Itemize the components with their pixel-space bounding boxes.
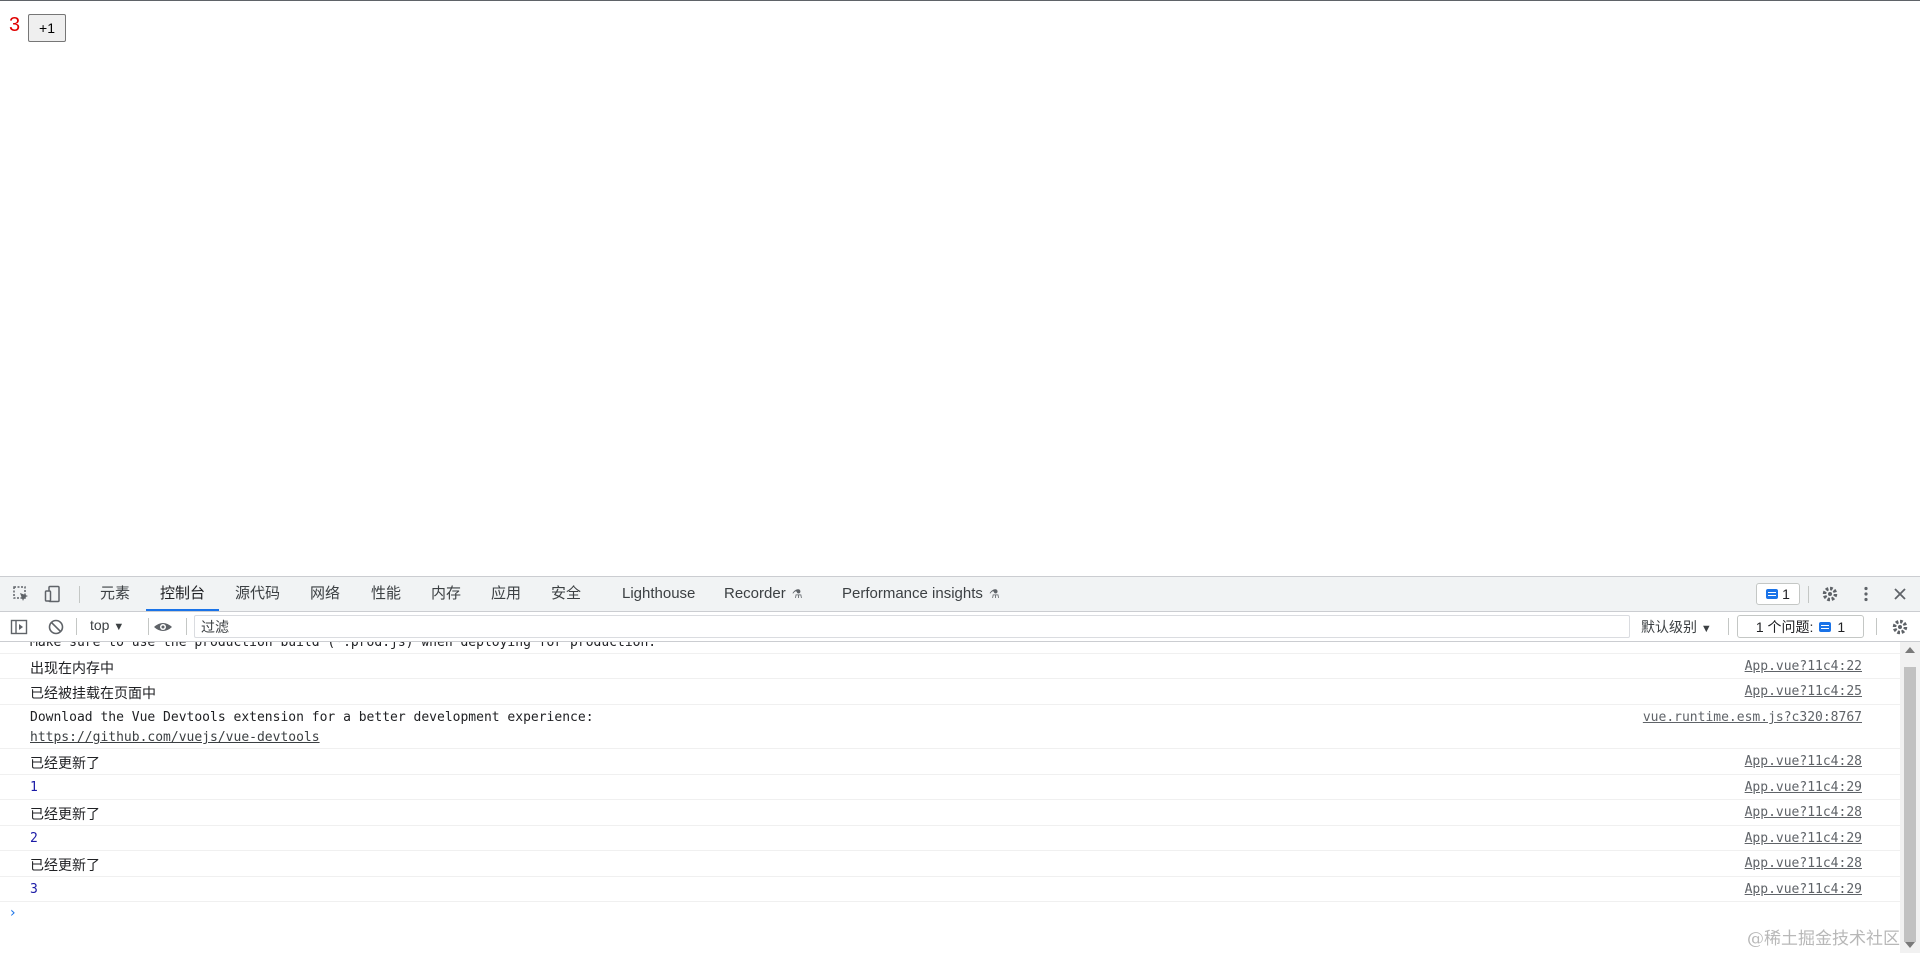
console-message-text: 已经被挂载在页面中: [30, 685, 156, 701]
devtools-tabbar: 元素 控制台 源代码 网络 性能 内存 应用 安全 Lighthouse Rec…: [0, 577, 1920, 612]
divider: [1728, 618, 1729, 635]
console-row: 已经更新了 App.vue?11c4:28: [0, 800, 1900, 826]
console-message-text: Download the Vue Devtools extension for …: [30, 710, 594, 725]
sidebar-toggle-icon[interactable]: [9, 617, 29, 637]
tab-memory[interactable]: 内存: [431, 577, 461, 611]
gear-icon[interactable]: [1820, 584, 1840, 604]
flask-icon: ⚗: [988, 587, 1000, 601]
console-source-link[interactable]: App.vue?11c4:22: [1745, 659, 1862, 674]
console-message-text: 2: [30, 831, 38, 846]
tab-application[interactable]: 应用: [491, 577, 521, 611]
divider: [186, 618, 187, 635]
console-message-text: Make sure to use the production build (*…: [30, 642, 657, 650]
console-messages: Make sure to use the production build (*…: [0, 642, 1900, 953]
issues-counter-button[interactable]: 1 个问题: 1: [1737, 615, 1864, 638]
console-row: 出现在内存中 App.vue?11c4:22: [0, 654, 1900, 679]
log-level-select[interactable]: 默认级别 ▼: [1641, 617, 1712, 637]
flask-icon: ⚗: [791, 587, 803, 601]
console-row: 2 App.vue?11c4:29: [0, 826, 1900, 851]
context-select-value: top: [90, 617, 110, 633]
console-row: 3 App.vue?11c4:29: [0, 877, 1900, 902]
increment-button[interactable]: +1: [28, 14, 66, 42]
issues-count: 1: [1837, 618, 1846, 635]
devtools-panel: 元素 控制台 源代码 网络 性能 内存 应用 安全 Lighthouse Rec…: [0, 576, 1920, 953]
console-toolbar: top ▼ 默认级别 ▼ 1 个问题: 1: [0, 612, 1920, 642]
inspect-element-icon[interactable]: [11, 584, 31, 604]
console-prompt-row[interactable]: ›: [0, 902, 1900, 928]
divider: [1876, 618, 1877, 635]
console-row: 已经被挂载在页面中 App.vue?11c4:25: [0, 679, 1900, 705]
message-icon: [1819, 621, 1832, 632]
close-icon[interactable]: [1890, 584, 1910, 604]
issues-label: 1 个问题:: [1755, 618, 1814, 635]
eye-icon[interactable]: [153, 617, 173, 637]
console-message-text: 已经更新了: [30, 755, 100, 771]
tab-network[interactable]: 网络: [310, 577, 340, 611]
vue-devtools-link[interactable]: https://github.com/vuejs/vue-devtools: [30, 730, 320, 745]
scroll-up-arrow-icon[interactable]: [1905, 647, 1915, 653]
console-source-link[interactable]: App.vue?11c4:29: [1745, 831, 1862, 846]
console-message-text: 1: [30, 780, 38, 795]
divider: [1808, 586, 1809, 603]
filter-input[interactable]: [194, 615, 1630, 638]
console-row: 已经更新了 App.vue?11c4:28: [0, 749, 1900, 775]
counter-value: 3: [9, 14, 21, 36]
console-message-link-wrap: https://github.com/vuejs/vue-devtools: [30, 728, 320, 745]
tab-performance[interactable]: 性能: [371, 577, 401, 611]
context-select[interactable]: top ▼: [90, 617, 124, 633]
console-message-text: 已经更新了: [30, 806, 100, 822]
console-scrollbar[interactable]: [1900, 642, 1920, 953]
console-source-link[interactable]: App.vue?11c4:25: [1745, 684, 1862, 699]
tab-security[interactable]: 安全: [551, 577, 581, 611]
tab-performance-insights-label: Performance insights: [842, 585, 983, 602]
clear-console-icon[interactable]: [46, 617, 66, 637]
console-settings-gear-icon[interactable]: [1890, 617, 1910, 637]
watermark: @稀土掘金技术社区: [1747, 929, 1900, 949]
tab-recorder-label: Recorder: [724, 585, 786, 602]
console-source-link[interactable]: App.vue?11c4:29: [1745, 780, 1862, 795]
console-source-link[interactable]: App.vue?11c4:28: [1745, 805, 1862, 820]
scrollbar-thumb[interactable]: [1904, 667, 1916, 942]
device-toolbar-icon[interactable]: [43, 584, 63, 604]
console-source-link[interactable]: App.vue?11c4:29: [1745, 882, 1862, 897]
chevron-down-icon: ▼: [113, 621, 125, 633]
tab-elements[interactable]: 元素: [100, 577, 130, 611]
page-viewport: 3 +1: [0, 0, 1920, 576]
prompt-chevron-icon: ›: [10, 905, 16, 921]
console-source-link[interactable]: vue.runtime.esm.js?c320:8767: [1643, 710, 1862, 725]
tab-performance-insights[interactable]: Performance insights ⚗: [842, 577, 1000, 611]
console-message-text: 已经更新了: [30, 857, 100, 873]
console-row: 已经更新了 App.vue?11c4:28: [0, 851, 1900, 877]
more-options-icon[interactable]: [1856, 584, 1876, 604]
log-level-value: 默认级别: [1641, 619, 1697, 635]
console-source-link[interactable]: App.vue?11c4:28: [1745, 754, 1862, 769]
divider: [148, 618, 149, 635]
tab-recorder[interactable]: Recorder ⚗: [724, 577, 802, 611]
divider: [76, 618, 77, 635]
issues-badge[interactable]: 1: [1756, 583, 1800, 605]
tab-lighthouse[interactable]: Lighthouse: [622, 577, 695, 611]
scroll-down-arrow-icon[interactable]: [1905, 942, 1915, 948]
console-source-link[interactable]: App.vue?11c4:28: [1745, 856, 1862, 871]
tab-console[interactable]: 控制台: [146, 577, 220, 611]
issues-badge-count: 1: [1782, 586, 1790, 602]
console-message-text: 出现在内存中: [30, 660, 114, 676]
console-message-text: 3: [30, 882, 38, 897]
divider: [79, 586, 80, 603]
console-row: Download the Vue Devtools extension for …: [0, 705, 1900, 749]
chevron-down-icon: ▼: [1700, 623, 1712, 635]
console-row: 1 App.vue?11c4:29: [0, 775, 1900, 800]
tab-sources[interactable]: 源代码: [235, 577, 280, 611]
message-icon: [1766, 589, 1779, 599]
console-row: Make sure to use the production build (*…: [0, 642, 1900, 654]
